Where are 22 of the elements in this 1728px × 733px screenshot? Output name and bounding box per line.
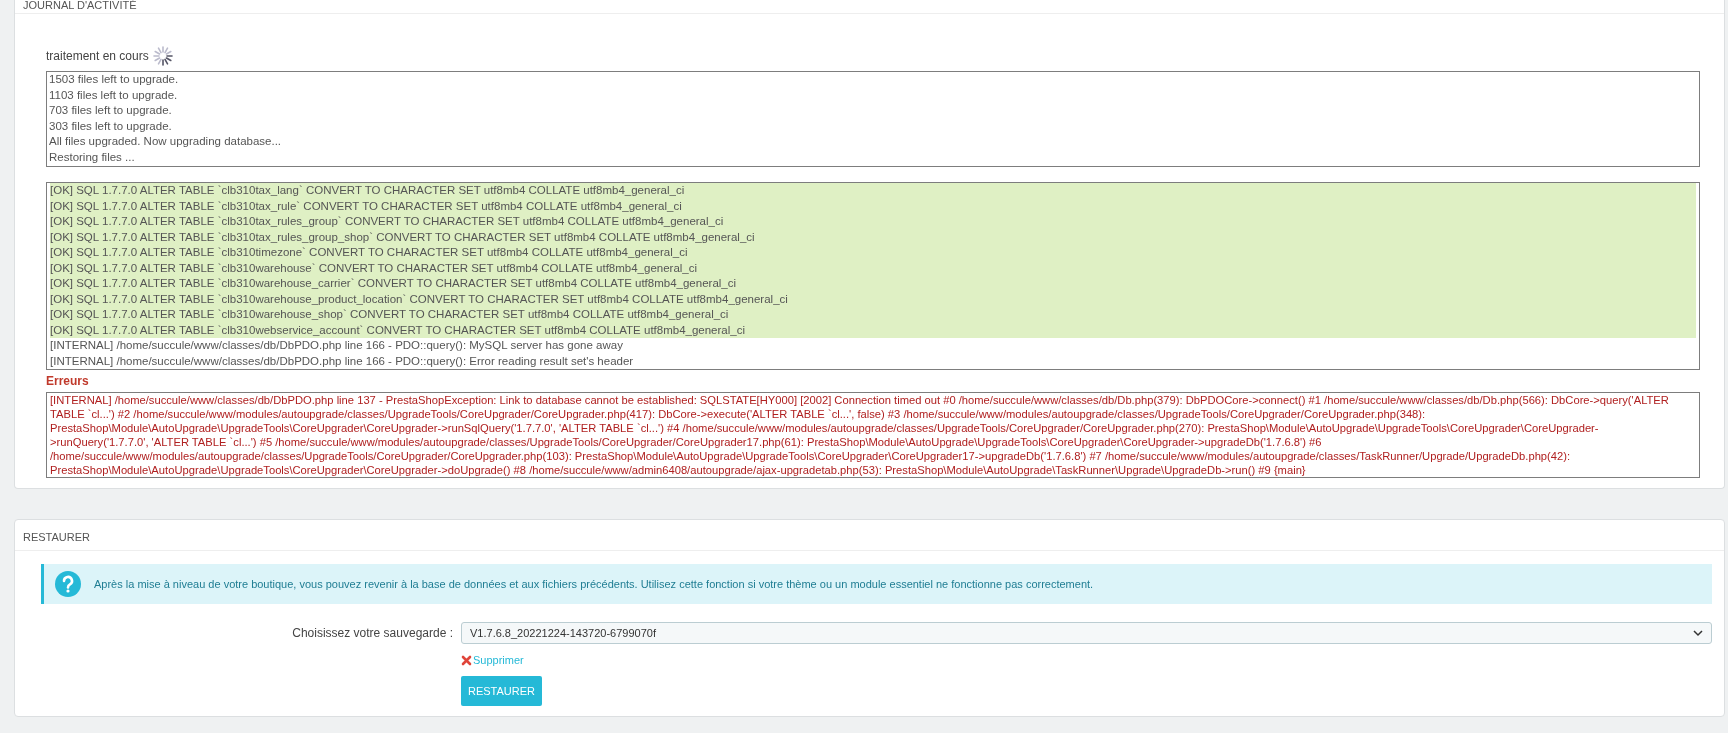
log-line: 1503 files left to upgrade.: [49, 72, 180, 87]
panel-title: JOURNAL D'ACTIVITÉ: [15, 0, 1724, 14]
error-log: [INTERNAL] /home/succule/www/classes/db/DbPDO.php line 137 - PrestaShopException: Link to database cannot be established: SQLSTATE[HY000] [2002] Connection timed out #0 /home/succule/www/classes/db/Db.php(379): DbPDOCore->connect() #1 /home/succule/www/classes/db/Db.php(566): DbCore->query('ALTER TABLE `cl...') #2 /home/succule/www/modules/autoupgrade/classes/UpgradeTools/CoreUpgrader/CoreUpgrader.php(417): DbCore->execute('ALTER TABLE `cl...', false) #3 /home/succule/www/modules/autoupgrade/classes/UpgradeTools/CoreUpgrader/CoreUpgrader.php(348): PrestaShop\Module\AutoUpgrade\UpgradeTools\CoreUpgrader\CoreUpgrader->runSqlQuery('1.7.7.0', 'ALTER TABLE `cl...') #4 /home/succule/www/modules/autoupgrade/classes/UpgradeTools/CoreUpgrader/CoreUpgrader.php(270): PrestaShop\Module\AutoUpgrade\UpgradeTools\CoreUpgrader\CoreUpgrader->runQuery('1.7.7.0', 'ALTER TABLE `cl...') #5 /home/succule/www/modules/autoupgrade/classes/UpgradeTools/CoreUpgrader/CoreUpgrader17.php(61): PrestaShop\Module\AutoUpgrade\UpgradeTools\CoreUpgrader\CoreUpgrader->upgradeDb('1.7.6.8') #6 /home/succule/www/modules/autoupgrade/classes/UpgradeTools/CoreUpgrader/CoreUpgrader.php(103): PrestaShop\Module\AutoUpgrade\UpgradeTools\CoreUpgrader\CoreUpgrader17->upgradeDb('1.7.6.8') #7 /home/succule/www/modules/autoupgrade/classes/TaskRunner/Upgrade/UpgradeDb.php(42): PrestaShop\Module\AutoUpgrade\UpgradeTools\CoreUpgrader\CoreUpgrader->doUpgrade() #8 /home/succule/www/admin6408/autoupgrade/ajax-upgradetab.php(53): PrestaShop\Module\AutoUpgrade\TaskRunner\Upgrade\UpgradeDb->run() #9 {main}: [46, 392, 1700, 478]
chevron-down-icon: [1693, 629, 1703, 637]
panel-title: RESTAURER: [15, 520, 1724, 551]
status-text: traitement en cours: [46, 49, 149, 63]
backup-label: Choisissez votre sauvegarde :: [291, 626, 453, 640]
delete-link[interactable]: Supprimer: [461, 654, 524, 666]
log-line: 1103 files left to upgrade.: [49, 87, 179, 103]
log-line: 303 files left to upgrade.: [49, 118, 173, 134]
log-line: [INTERNAL] /home/succule/www/classes/db/DbPDO.php line 166 - PDO::query(): MySQL server has gone away: [50, 338, 624, 353]
backup-select[interactable]: V1.7.6.8_20221224-143720-6799070f: [461, 622, 1712, 644]
help-icon: [54, 570, 82, 598]
errors-heading: Erreurs: [46, 374, 90, 388]
log-line: Restoring files ...: [49, 149, 136, 165]
delete-icon: [461, 654, 472, 666]
info-text: Après la mise à niveau de votre boutique, vous pouvez revenir à la base de données et aux fichiers précédents. Utilisez cette fonction si votre thème ou un module essentiel ne fonctionne pas correctement.: [94, 578, 1094, 590]
restore-button[interactable]: RESTAURER: [461, 676, 543, 706]
spinner-icon: [152, 46, 173, 66]
log-line: All files upgraded. Now upgrading database...: [49, 134, 283, 149]
log-line: 703 files left to upgrade.: [49, 103, 173, 118]
log-line: [INTERNAL] /home/succule/www/classes/db/DbPDO.php line 166 - PDO::query(): Error reading result set's header: [50, 353, 635, 369]
